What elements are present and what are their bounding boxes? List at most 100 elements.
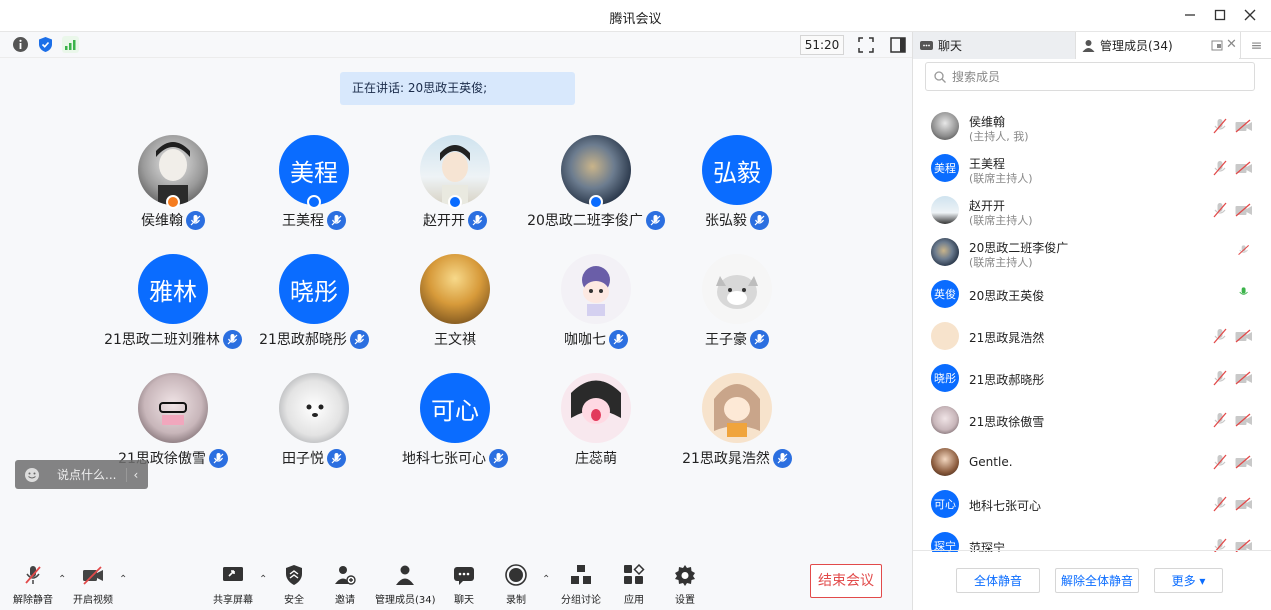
muted-mic-icon[interactable] — [1213, 412, 1227, 428]
active-mic-icon[interactable] — [1237, 284, 1251, 300]
avatar — [561, 373, 631, 443]
gear-icon — [675, 565, 695, 586]
muted-mic-icon[interactable] — [1213, 160, 1227, 176]
member-row[interactable]: 20思政二班李俊广 (联席主持人) — [913, 238, 1271, 280]
network-signal-icon[interactable] — [62, 36, 79, 53]
member-row[interactable]: 可心 地科七张可心 — [913, 490, 1271, 532]
avatar — [279, 373, 349, 443]
member-row[interactable]: 晓彤 21思政郝晓彤 — [913, 364, 1271, 406]
member-row[interactable]: 英俊 20思政王英俊 — [913, 280, 1271, 322]
share-screen-button[interactable]: 共享屏幕 — [203, 564, 263, 606]
maximize-button[interactable] — [1211, 6, 1229, 24]
close-window-button[interactable] — [1241, 6, 1259, 24]
invite-user-icon — [335, 566, 356, 585]
participant-name: 王文祺 — [434, 332, 476, 348]
breakout-button[interactable]: 分组讨论 — [551, 564, 611, 606]
collapse-chat-button[interactable]: ‹ — [126, 467, 138, 482]
side-panel-toggle-icon[interactable] — [889, 36, 907, 54]
video-off-icon[interactable] — [1235, 119, 1253, 133]
end-meeting-button[interactable]: 结束会议 — [810, 564, 882, 598]
participant-name: 21思政二班刘雅林 — [104, 332, 220, 348]
fullscreen-icon[interactable] — [857, 36, 875, 54]
participant-tile[interactable]: 侯维翰 — [98, 135, 248, 253]
member-row[interactable]: Gentle. — [913, 448, 1271, 490]
minimize-button[interactable] — [1181, 6, 1199, 24]
member-row[interactable]: 侯维翰 (主持人, 我) — [913, 112, 1271, 154]
participant-tile[interactable]: 美程 王美程 — [239, 135, 389, 253]
shield-icon — [286, 565, 302, 585]
video-off-icon[interactable] — [1235, 161, 1253, 175]
video-off-icon[interactable] — [1235, 497, 1253, 511]
video-off-icon[interactable] — [1235, 329, 1253, 343]
record-options-caret[interactable]: ⌃ — [542, 574, 550, 585]
member-search-input[interactable]: 搜索成员 — [925, 62, 1255, 91]
manage-members-button[interactable]: 管理成员(34) — [375, 564, 436, 606]
muted-mic-icon[interactable] — [1213, 202, 1227, 218]
mic-icon — [750, 329, 769, 349]
participant-tile[interactable]: 赵开开 — [380, 135, 530, 253]
tab-chat[interactable]: 聊天 — [913, 32, 1076, 59]
avatar — [931, 322, 959, 350]
start-video-button[interactable]: 开启视频 — [63, 564, 123, 606]
video-off-icon[interactable] — [1235, 203, 1253, 217]
sidebar-menu-icon[interactable]: ≡ — [1240, 32, 1271, 59]
muted-mic-icon[interactable] — [1213, 328, 1227, 344]
video-options-caret[interactable]: ⌃ — [119, 574, 127, 585]
avatar: 琛宁 — [931, 532, 959, 552]
participant-tile[interactable]: 田子悦 — [239, 373, 389, 491]
video-off-icon[interactable] — [1235, 371, 1253, 385]
participant-tile[interactable]: 可心 地科七张可心 — [380, 373, 530, 491]
unmute-button[interactable]: 解除静音 — [3, 564, 63, 606]
meeting-timer: 51:20 — [800, 35, 844, 55]
chat-icon — [454, 567, 474, 585]
unmute-all-button[interactable]: 解除全体静音 — [1055, 568, 1139, 593]
info-icon[interactable] — [12, 36, 29, 53]
more-button[interactable]: 更多 ▾ — [1154, 568, 1223, 593]
popout-icon[interactable] — [1211, 39, 1223, 51]
search-placeholder: 搜索成员 — [952, 70, 1001, 84]
share-screen-icon — [223, 567, 243, 581]
members-sidebar: 聊天 管理成员(34) ✕ ≡ 搜索成员 侯维翰 (主持人, 我) 美程 王美程… — [912, 32, 1271, 610]
participant-tile[interactable]: 庄蕊萌 — [521, 373, 671, 491]
close-panel-icon[interactable]: ✕ — [1226, 37, 1237, 52]
emoji-icon[interactable] — [24, 467, 40, 483]
member-row[interactable]: 21思政晁浩然 — [913, 322, 1271, 364]
muted-mic-icon[interactable] — [1237, 242, 1251, 258]
participant-tile[interactable]: 20思政二班李俊广 — [521, 135, 671, 253]
security-shield-icon[interactable] — [37, 36, 54, 53]
window-title: 腾讯会议 — [609, 12, 662, 27]
members-icon — [1082, 40, 1095, 52]
invite-button[interactable]: 邀请 — [315, 564, 375, 606]
chat-button[interactable]: 聊天 — [434, 564, 494, 606]
muted-mic-icon[interactable] — [1213, 496, 1227, 512]
quick-chat-input[interactable]: 说点什么... ‹ — [15, 460, 148, 489]
cohost-badge-icon — [307, 195, 321, 209]
participant-tile[interactable]: 21思政晁浩然 — [662, 373, 812, 491]
record-button[interactable]: 录制 — [486, 564, 546, 606]
video-off-icon[interactable] — [1235, 413, 1253, 427]
record-icon — [505, 564, 527, 586]
participant-tile[interactable]: 咖咖七 — [521, 254, 671, 372]
member-row[interactable]: 琛宁 范琛宁 — [913, 532, 1271, 552]
participant-tile[interactable]: 王子豪 — [662, 254, 812, 372]
muted-mic-icon[interactable] — [1213, 370, 1227, 386]
video-off-icon[interactable] — [1235, 455, 1253, 469]
muted-mic-icon[interactable] — [1213, 118, 1227, 134]
participant-tile[interactable]: 王文祺 — [380, 254, 530, 372]
member-name: 地科七张可心 — [969, 499, 1042, 513]
participant-name: 地科七张可心 — [402, 451, 486, 467]
speaking-indicator: 正在讲话: 20思政王英俊; — [340, 72, 575, 105]
mute-all-button[interactable]: 全体静音 — [956, 568, 1040, 593]
muted-mic-icon[interactable] — [1213, 454, 1227, 470]
settings-button[interactable]: 设置 — [655, 564, 715, 606]
participant-tile[interactable]: 雅林 21思政二班刘雅林 — [98, 254, 248, 372]
member-row[interactable]: 赵开开 (联席主持人) — [913, 196, 1271, 238]
member-row[interactable]: 美程 王美程 (联席主持人) — [913, 154, 1271, 196]
participant-tile[interactable]: 弘毅 张弘毅 — [662, 135, 812, 253]
member-name: 21思政郝晓彤 — [969, 373, 1045, 387]
member-row[interactable]: 21思政徐傲雪 — [913, 406, 1271, 448]
bottom-toolbar: 解除静音 ⌃ 开启视频 ⌃ 共享屏幕 ⌃ 安全 邀请 管理成员(34) 聊天 录… — [0, 550, 912, 610]
meeting-main: 51:20 正在讲话: 20思政王英俊; 侯维翰 美程 王美程 赵开开 20思政… — [0, 32, 912, 610]
member-role: (联席主持人) — [969, 172, 1033, 185]
participant-tile[interactable]: 晓彤 21思政郝晓彤 — [239, 254, 389, 372]
